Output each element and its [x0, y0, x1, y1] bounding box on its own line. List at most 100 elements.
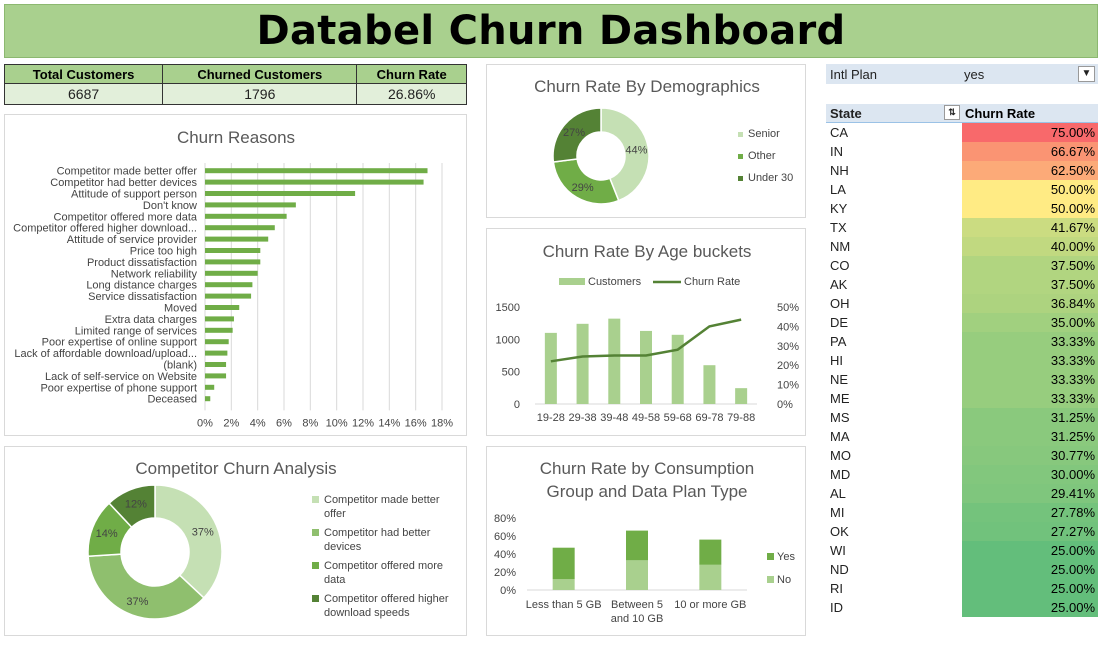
x-tick-label: 29-38 [569, 412, 597, 424]
legend-marker [312, 595, 319, 602]
table-row: LA 50.00% [826, 180, 1098, 199]
state-churn-rate: 25.00% [962, 579, 1098, 598]
y-tick-label: 0% [500, 585, 516, 597]
state-code: MA [830, 429, 850, 444]
intl-plan-value: yes [964, 66, 985, 82]
state-code: IN [830, 144, 843, 159]
x-tick-label: 6% [276, 417, 292, 429]
table-row: PA 33.33% [826, 332, 1098, 351]
legend-label: Customers [588, 276, 642, 288]
state-code: PA [830, 334, 847, 349]
sort-filter-icon[interactable]: ⇅ [944, 105, 960, 120]
y-tick-label: 500 [502, 367, 520, 379]
state-churn-rate: 30.77% [962, 446, 1098, 465]
legend-label: Competitor made better offer [324, 494, 440, 520]
x-tick-label: 59-68 [664, 412, 692, 424]
chart-title: Churn Rate By Age buckets [543, 242, 752, 261]
bar-segment [626, 530, 648, 561]
x-tick-label: 2% [223, 417, 239, 429]
slice-label: 37% [126, 596, 148, 608]
intl-plan-filter[interactable]: Intl Plan yes ▼ [826, 64, 1098, 84]
state-code: NH [830, 163, 849, 178]
bar [544, 332, 557, 404]
state-churn-rate: 37.50% [962, 275, 1098, 294]
donut-slice [154, 484, 223, 599]
state-code: ID [830, 600, 843, 615]
x-tick-label: 12% [352, 417, 374, 429]
chart-title: Competitor Churn Analysis [135, 459, 336, 478]
bar [205, 293, 252, 299]
state-churn-rate: 29.41% [962, 484, 1098, 503]
state-code: OH [830, 296, 850, 311]
demographics-panel[interactable]: Churn Rate By Demographics 44% 29% 27% Senio… [486, 64, 806, 218]
age-panel[interactable]: Churn Rate By Age buckets Customers Churn … [486, 228, 806, 436]
bar [205, 202, 296, 208]
chart-title: Churn Reasons [177, 128, 295, 147]
churn-reasons-panel[interactable]: Churn Reasons 0% 2% 4% 6% 8% 10% 12% 14% 16% 18% Co… [4, 114, 467, 436]
state-code: AK [830, 277, 848, 292]
legend-marker [738, 154, 743, 159]
category-label: Poor expertise of online support [42, 337, 197, 349]
competitor-panel[interactable]: Competitor Churn Analysis 37% 37% 14% 12% Com… [4, 446, 467, 636]
table-row: RI 25.00% [826, 579, 1098, 598]
y2-tick-label: 50% [777, 302, 799, 314]
table-row: HI 33.33% [826, 351, 1098, 370]
x-tick-label: 39-48 [600, 412, 628, 424]
category-label: Extra data charges [105, 314, 198, 326]
legend-label: No [777, 574, 791, 586]
category-label: Service dissatisfaction [88, 291, 197, 303]
bar [205, 350, 228, 356]
table-row: NH 62.50% [826, 161, 1098, 180]
state-code: NE [830, 372, 849, 387]
legend-label: Yes [777, 551, 795, 563]
bar [205, 384, 215, 390]
title-bar: Databel Churn Dashboard [4, 4, 1098, 58]
bar [205, 179, 424, 185]
bar-segment [699, 564, 722, 590]
state-code: HI [830, 353, 843, 368]
x-tick-label: 16% [405, 417, 427, 429]
state-churn-rate: 31.25% [962, 408, 1098, 427]
x-tick-label: 14% [378, 417, 400, 429]
bar [640, 330, 652, 404]
legend-marker [559, 278, 585, 285]
legend-label: Competitor had better devices [324, 527, 431, 553]
table-row: ME 33.33% [826, 389, 1098, 408]
chart-title: Churn Rate by Consumption [540, 459, 755, 478]
category-label: Deceased [147, 394, 197, 406]
table-row: OK 27.27% [826, 522, 1098, 541]
y2-tick-label: 0% [777, 399, 793, 411]
legend-label: Competitor offered higher download speeds [324, 593, 449, 619]
state-code: WI [830, 543, 846, 558]
bar [735, 388, 748, 404]
state-header[interactable]: State ⇅ [826, 104, 962, 122]
legend-marker [312, 496, 319, 503]
state-churn-rate: 27.27% [962, 522, 1098, 541]
legend-marker [738, 132, 743, 137]
state-churn-rate: 25.00% [962, 560, 1098, 579]
kpi-value-churned: 1796 [162, 83, 358, 105]
y-tick-label: 40% [494, 549, 516, 561]
consumption-chart: Churn Rate by Consumption Group and Data … [494, 459, 795, 625]
legend-marker [738, 176, 743, 181]
dashboard: Databel Churn Dashboard Total Customers … [0, 0, 1107, 646]
category-label: Competitor offered higher download... [13, 223, 197, 235]
filter-icon[interactable]: ▼ [1078, 66, 1095, 82]
state-code: NM [830, 239, 851, 254]
bar [205, 236, 269, 242]
bar [205, 362, 227, 367]
table-row: MI 27.78% [826, 503, 1098, 522]
table-row: OH 36.84% [826, 294, 1098, 313]
bar [205, 396, 211, 402]
intl-plan-label: Intl Plan [830, 66, 877, 82]
legend-label: Other [748, 150, 776, 162]
y-tick-label: 1000 [496, 334, 520, 346]
category-label: (blank) [163, 360, 197, 372]
state-code: CO [830, 258, 850, 273]
consumption-panel[interactable]: Churn Rate by Consumption Group and Data … [486, 446, 806, 636]
y2-tick-label: 10% [777, 380, 799, 392]
table-row: NE 33.33% [826, 370, 1098, 389]
state-churn-rate: 33.33% [962, 351, 1098, 370]
category-label: Long distance charges [86, 280, 197, 292]
kpi-header-total: Total Customers [3, 64, 164, 84]
